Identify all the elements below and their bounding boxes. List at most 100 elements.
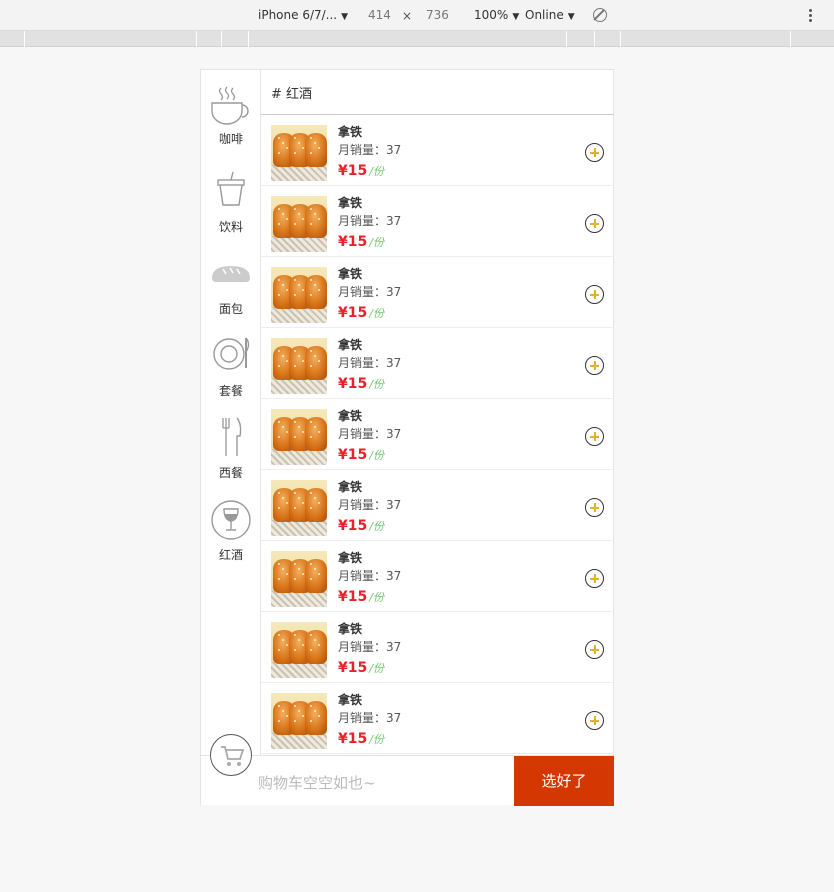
cart-bar: 购物车空空如也~ 选好了	[201, 734, 614, 806]
product-image	[271, 693, 327, 749]
product-info: 拿铁月销量：37 ¥15/份	[338, 408, 401, 464]
network-value: Online	[525, 8, 564, 22]
plate-icon	[213, 337, 250, 370]
product-price: ¥15	[338, 518, 368, 534]
add-to-cart-icon[interactable]	[585, 356, 604, 375]
category-label: 饮料	[218, 220, 243, 234]
product-price: ¥15	[338, 163, 368, 179]
product-row: 拿铁 月销量：37 ¥15/份	[261, 470, 614, 541]
product-sales: 月销量：37	[338, 427, 402, 441]
product-name: 拿铁	[338, 125, 363, 139]
product-row: 拿铁 月销量：37 ¥15/份	[261, 612, 614, 683]
section-title: # 红酒	[261, 70, 614, 115]
product-price-line: ¥15/份	[338, 445, 401, 464]
product-info: 拿铁月销量：37 ¥15/份	[338, 195, 401, 251]
rotate-icon[interactable]	[593, 8, 607, 22]
category-label: 咖啡	[218, 132, 243, 146]
product-price-line: ¥15/份	[338, 587, 401, 606]
category-bread[interactable]: 面包	[201, 252, 261, 334]
network-select[interactable]: Online ▼	[525, 8, 575, 22]
add-to-cart-icon[interactable]	[585, 285, 604, 304]
height-field[interactable]: 736	[426, 8, 449, 22]
product-image	[271, 338, 327, 394]
confirm-button[interactable]: 选好了	[514, 756, 614, 806]
add-to-cart-icon[interactable]	[585, 711, 604, 730]
category-label: 面包	[218, 302, 243, 316]
dimension-separator: ×	[402, 9, 413, 23]
width-field[interactable]: 414	[368, 8, 391, 22]
product-unit: /份	[369, 307, 384, 320]
device-select[interactable]: iPhone 6/7/... ▼	[258, 8, 348, 22]
add-to-cart-icon[interactable]	[585, 427, 604, 446]
product-sales: 月销量：37	[338, 498, 402, 512]
product-price: ¥15	[338, 376, 368, 392]
add-to-cart-icon[interactable]	[585, 498, 604, 517]
product-price: ¥15	[338, 234, 368, 250]
category-label: 红酒	[218, 548, 243, 562]
product-row: 拿铁月销量：37 ¥15/份	[261, 186, 614, 257]
product-name: 拿铁	[338, 693, 363, 707]
shopping-cart-icon	[221, 746, 244, 766]
product-sales: 月销量：37	[338, 640, 402, 654]
product-image	[271, 267, 327, 323]
product-unit: /份	[369, 662, 384, 675]
category-red-wine[interactable]: 红酒	[201, 498, 261, 580]
product-name: 拿铁	[338, 551, 363, 565]
coffee-cup-icon	[211, 86, 249, 125]
more-options-icon[interactable]	[809, 9, 812, 24]
product-name: 拿铁	[338, 409, 363, 423]
product-name: 拿铁	[338, 196, 363, 210]
product-sales: 月销量：37	[338, 711, 402, 725]
product-image	[271, 480, 327, 536]
category-sidebar: 咖啡 饮料 面包 套餐 西餐 红酒	[201, 70, 261, 755]
product-unit: /份	[369, 520, 384, 533]
product-price-line: ¥15/份	[338, 729, 401, 748]
add-to-cart-icon[interactable]	[585, 569, 604, 588]
dropdown-caret-icon: ▼	[512, 12, 520, 22]
product-info: 拿铁月销量：37 ¥15/份	[338, 550, 401, 606]
zoom-value: 100%	[474, 8, 509, 22]
product-price-line: ¥15/份	[338, 658, 401, 677]
product-price-line: ¥15/份	[338, 374, 401, 393]
product-sales: 月销量：37	[338, 356, 402, 370]
product-sales: 月销量：37	[338, 569, 402, 583]
add-to-cart-icon[interactable]	[585, 143, 604, 162]
product-sales: 月销量：37	[338, 214, 402, 228]
product-price-line: ¥15/份	[338, 303, 401, 322]
product-name: 拿铁	[338, 267, 363, 281]
category-western[interactable]: 西餐	[201, 416, 261, 498]
cart-button[interactable]	[210, 734, 252, 776]
product-price-line: ¥15/份	[338, 516, 401, 535]
product-list-area: # 红酒 拿铁 月销量：37 ¥15/份 拿铁 月销量：37 ¥15/份 拿铁 月销量：37 ¥…	[261, 70, 614, 755]
product-unit: /份	[369, 733, 384, 746]
category-drinks[interactable]: 饮料	[201, 170, 261, 252]
media-query-ruler[interactable]	[0, 31, 834, 47]
product-sales: 月销量：37	[338, 285, 402, 299]
product-info: 拿铁月销量：37 ¥15/份	[338, 337, 401, 393]
product-info: 拿铁月销量：37 ¥15/份	[338, 266, 401, 322]
category-coffee[interactable]: 咖啡	[201, 82, 261, 164]
bread-icon	[212, 266, 250, 282]
product-row: 拿铁月销量：37 ¥15/份	[261, 328, 614, 399]
product-row: 拿铁月销量：37 ¥15/份	[261, 399, 614, 470]
product-image	[271, 551, 327, 607]
product-row: 拿铁月销量：37 ¥15/份	[261, 115, 614, 186]
product-price: ¥15	[338, 305, 368, 321]
add-to-cart-icon[interactable]	[585, 640, 604, 659]
category-label: 套餐	[218, 384, 243, 398]
product-price-line: ¥15/份	[338, 161, 401, 180]
product-unit: /份	[369, 449, 384, 462]
product-sales: 月销量：37	[338, 143, 402, 157]
zoom-select[interactable]: 100% ▼	[474, 8, 519, 22]
category-set-meal[interactable]: 套餐	[201, 334, 261, 416]
add-to-cart-icon[interactable]	[585, 214, 604, 233]
product-image	[271, 409, 327, 465]
dropdown-caret-icon: ▼	[567, 12, 575, 22]
product-name: 拿铁	[338, 338, 363, 352]
drink-cup-icon	[217, 171, 245, 206]
product-row: 拿铁月销量：37 ¥15/份	[261, 683, 614, 754]
product-list: 拿铁 月销量：37 ¥15/份 拿铁 月销量：37 ¥15/份 拿铁 月销量：37 ¥15/份拿…	[261, 115, 614, 754]
product-image	[271, 622, 327, 678]
product-info: 拿铁 月销量：37 ¥15/份	[338, 479, 401, 535]
product-price-line: ¥15/份	[338, 232, 401, 251]
